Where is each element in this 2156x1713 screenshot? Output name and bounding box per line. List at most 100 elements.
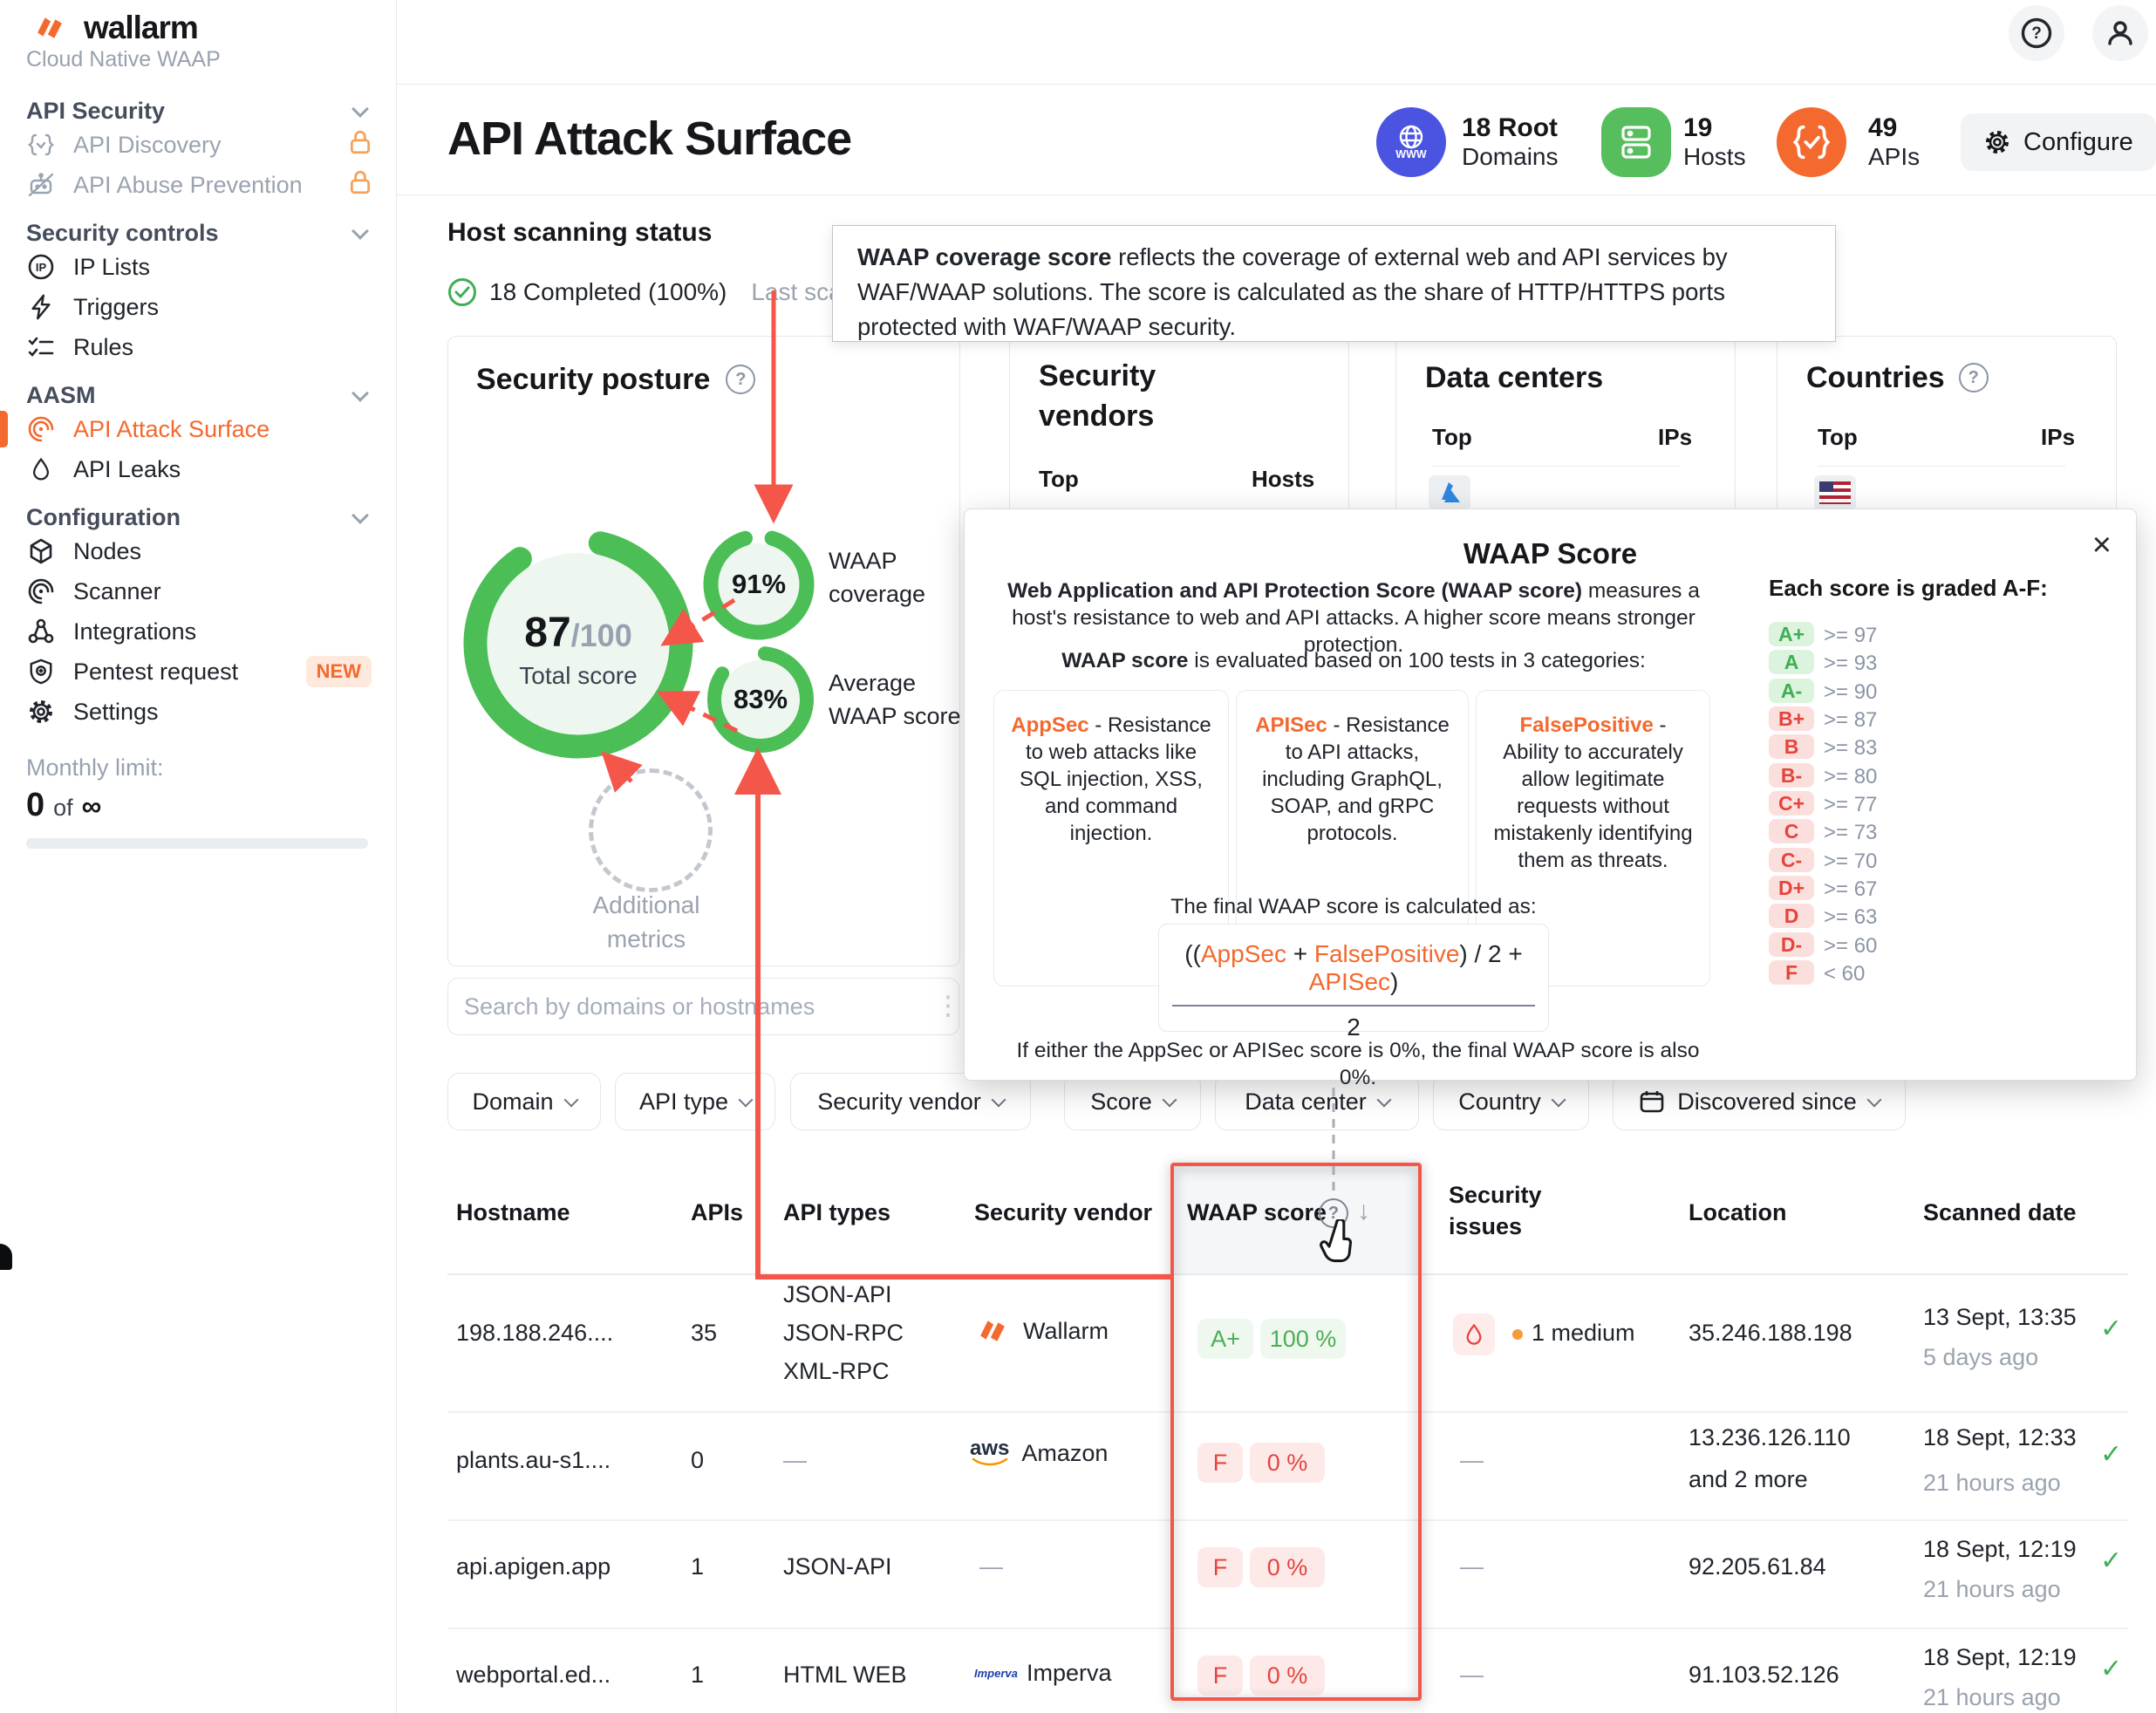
filter-security-vendor[interactable]: Security vendor — [790, 1073, 1031, 1130]
sidebar-item-api-attack-surface[interactable]: API Attack Surface — [26, 409, 372, 449]
col-security-issues[interactable]: Security issues — [1449, 1179, 1542, 1242]
close-icon[interactable]: × — [2092, 529, 2112, 562]
sidebar-item-label: Settings — [73, 699, 372, 726]
centers-title: Data centers — [1425, 358, 1603, 398]
brand-logo[interactable]: wallarm — [26, 10, 372, 45]
label-line: Additional — [559, 888, 733, 922]
last-scan-text[interactable]: Last sca — [751, 278, 842, 306]
col-hostname[interactable]: Hostname — [456, 1197, 570, 1228]
cell-hostname[interactable]: 198.188.246.... — [456, 1317, 613, 1348]
ip-icon: IP — [26, 252, 56, 282]
search-menu-icon[interactable]: ⋮ — [935, 991, 961, 1021]
col-location[interactable]: Location — [1689, 1197, 1787, 1228]
grade-badge: D- — [1769, 932, 1814, 957]
filter-api-type[interactable]: API type — [615, 1073, 775, 1130]
sidebar-item-scanner[interactable]: Scanner — [26, 571, 372, 611]
filter-domain[interactable]: Domain — [447, 1073, 601, 1130]
sidebar-item-label: Nodes — [73, 538, 372, 565]
sidebar-item-api-abuse-prevention[interactable]: API Abuse Prevention — [26, 165, 372, 205]
sidebar-item-nodes[interactable]: Nodes — [26, 531, 372, 571]
cell-apis: 35 — [691, 1317, 717, 1348]
col-line: issues — [1449, 1211, 1542, 1242]
cell-ago: 21 hours ago — [1923, 1467, 2061, 1498]
fraction-bar — [1172, 1005, 1535, 1007]
col-api-types[interactable]: API types — [783, 1197, 890, 1228]
score-label: Total score — [482, 662, 674, 690]
modal-note: If either the AppSec or APISec score is … — [1000, 1037, 1716, 1091]
sidebar-item-label: API Attack Surface — [73, 416, 372, 443]
cell-ago: 21 hours ago — [1923, 1573, 2061, 1605]
sidebar-item-integrations[interactable]: Integrations — [26, 611, 372, 652]
help-icon[interactable]: ? — [1959, 363, 1989, 392]
configure-button[interactable]: Configure — [1961, 113, 2156, 171]
help-icon: ? — [2020, 17, 2053, 50]
user-menu-button[interactable] — [2092, 5, 2148, 61]
braces-icon — [26, 130, 56, 160]
cell-vendor: aws Amazon — [970, 1437, 1108, 1469]
sidebar-section-aasm[interactable]: AASM — [26, 381, 372, 409]
col-security-vendor[interactable]: Security vendor — [974, 1197, 1152, 1228]
svg-text:WWW: WWW — [1395, 148, 1427, 160]
cell-apis: 0 — [691, 1444, 704, 1476]
sidebar-item-api-discovery[interactable]: API Discovery — [26, 125, 372, 165]
cell-vendor: Wallarm — [974, 1315, 1109, 1347]
check-icon: ✓ — [2100, 1314, 2122, 1344]
score-number: 87 — [524, 610, 570, 656]
grade-badge: F — [1197, 1443, 1243, 1483]
help-icon[interactable]: ? — [726, 365, 755, 394]
grade-badge: C- — [1769, 848, 1814, 872]
chevron-down-icon — [1162, 1092, 1177, 1107]
chevron-down-icon — [351, 222, 369, 240]
us-flag-icon — [1814, 475, 1856, 510]
title-line: vendors — [1039, 396, 1231, 436]
sidebar-section-security-controls[interactable]: Security controls — [26, 219, 372, 247]
cell-hostname[interactable]: webportal.ed... — [456, 1659, 611, 1690]
filter-label: Domain — [472, 1089, 553, 1116]
cube-icon — [26, 536, 56, 566]
sidebar-section-api-security[interactable]: API Security — [26, 97, 372, 125]
cell-api-type: XML-RPC — [783, 1355, 890, 1387]
sidebar-item-label: Triggers — [73, 294, 372, 321]
cell-hostname[interactable]: plants.au-s1.... — [456, 1444, 611, 1476]
term: FalsePositive — [1519, 713, 1653, 737]
col-apis[interactable]: APIs — [691, 1197, 743, 1228]
grade-value: >= 97 — [1824, 624, 1877, 648]
cell-api-type: — — [783, 1444, 807, 1476]
topbar-divider — [397, 84, 2156, 85]
configure-label: Configure — [2023, 128, 2133, 157]
sidebar-item-pentest-request[interactable]: Pentest request NEW — [26, 652, 372, 692]
additional-metrics-label: Additional metrics — [559, 888, 733, 956]
check-icon: ✓ — [2100, 1546, 2122, 1576]
filter-label: Discovered since — [1677, 1089, 1857, 1116]
sidebar-item-api-leaks[interactable]: API Leaks — [26, 449, 372, 489]
scan-status-title: Host scanning status — [447, 218, 712, 248]
infinity-icon: ∞ — [82, 790, 102, 822]
checklist-icon — [26, 332, 56, 362]
grade-value: >= 70 — [1824, 850, 1877, 874]
sidebar-item-settings[interactable]: Settings — [26, 692, 372, 732]
cell-hostname[interactable]: api.apigen.app — [456, 1551, 611, 1582]
chevron-down-icon — [351, 385, 369, 402]
additional-metrics-circle[interactable] — [589, 768, 713, 892]
sidebar-item-rules[interactable]: Rules — [26, 327, 372, 367]
posture-title: Security posture — [476, 359, 710, 399]
gear-icon — [26, 697, 56, 727]
filter-label: Score — [1090, 1089, 1152, 1116]
col-waap-score[interactable]: WAAP score — [1187, 1197, 1327, 1228]
col-ips: IPs — [1658, 424, 1692, 451]
hand-cursor — [1319, 1219, 1364, 1268]
wallarm-vendor-icon — [974, 1317, 1011, 1345]
sidebar-section-configuration[interactable]: Configuration — [26, 503, 372, 531]
countries-title: Countries — [1806, 358, 1945, 398]
sidebar-item-ip-lists[interactable]: IP IP Lists — [26, 247, 372, 287]
label-line: metrics — [559, 922, 733, 956]
grade-badge: A — [1769, 650, 1814, 674]
monthly-limit-progressbar — [26, 838, 368, 849]
search-input[interactable] — [447, 978, 959, 1035]
chevron-down-icon — [351, 507, 369, 524]
grade-badge: C — [1769, 819, 1814, 843]
help-button[interactable]: ? — [2009, 5, 2064, 61]
col-scanned-date[interactable]: Scanned date — [1923, 1197, 2077, 1228]
section-label: API Security — [26, 98, 165, 125]
sidebar-item-triggers[interactable]: Triggers — [26, 287, 372, 327]
